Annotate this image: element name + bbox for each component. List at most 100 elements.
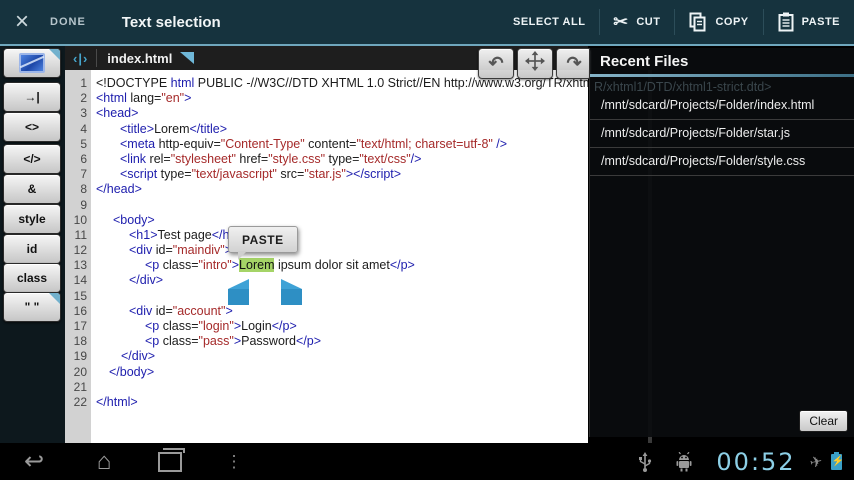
line-number: 3 [80, 106, 87, 121]
recent-file-item[interactable]: /mnt/sdcard/Projects/Folder/star.js [590, 120, 854, 148]
line-number: 14 [73, 273, 87, 288]
undo-button[interactable]: ↶ [478, 48, 514, 79]
code-editor[interactable]: 1 2 3 4 5 6 7 8 9 10 11 12 13 14 15 16 17 18 19 20 21 22 <!DO… [65, 70, 588, 443]
code-area: <!DOCTYPE html PUBLIC -//W3C//DTD XHTML … [91, 70, 588, 443]
sidebar-button-insert-closing-tag[interactable]: </> [3, 144, 61, 174]
code-line: <meta http-equiv="Content-Type" content=… [120, 136, 508, 151]
line-number: 22 [73, 394, 87, 409]
code-line: <body> [113, 212, 155, 227]
line-number-gutter: 1 2 3 4 5 6 7 8 9 10 11 12 13 14 15 16 17 18 19 20 21 22 [65, 70, 91, 443]
line-number: 8 [80, 182, 87, 197]
line-number: 1 [80, 76, 87, 90]
sidebar-button-insert-id[interactable]: id [3, 234, 61, 264]
code-line: <head> [96, 106, 139, 121]
code-line: </div> [121, 349, 156, 364]
recent-apps-button[interactable] [150, 443, 190, 480]
select-all-label: SELECT ALL [513, 16, 586, 28]
clear-button[interactable]: Clear [799, 410, 848, 432]
sidebar-button-insert-style[interactable]: style [3, 204, 61, 234]
usb-debugging-robot-icon [672, 443, 696, 480]
code-line: <p class="login">Login</p> [145, 319, 297, 333]
copy-button[interactable]: COPY [675, 0, 762, 44]
copy-icon [689, 12, 707, 32]
select-all-button[interactable]: SELECT ALL [499, 0, 599, 44]
floating-tools: ↶ ↷ [478, 48, 592, 79]
sidebar-button-label: style [18, 212, 46, 226]
code-line: </div> [129, 273, 164, 288]
home-button[interactable]: ⌂ [84, 443, 124, 480]
handle-triangle [281, 279, 302, 289]
battery-charging-icon: ⚡ [828, 443, 844, 480]
code-line: <p class="intro">Lorem ipsum dolor sit a… [145, 258, 415, 273]
cut-label: CUT [636, 16, 661, 28]
code-line: </head> [96, 182, 142, 197]
system-navbar: ↩ ⌂ ⋮ 00:52 ✈ ⚡ [0, 443, 854, 480]
code-line: <h1>Test page</h1> [129, 227, 244, 242]
line-number: 18 [73, 334, 87, 349]
action-bar-actions: SELECT ALL ✂ CUT COPY PASTE [499, 0, 854, 44]
image-icon [19, 53, 45, 73]
line-number: 7 [80, 167, 87, 182]
sidebar-button-insert-brackets[interactable]: <> [3, 112, 61, 142]
paste-icon [778, 12, 794, 32]
paste-button[interactable]: PASTE [764, 0, 854, 44]
recent-file-item[interactable]: /mnt/sdcard/Projects/Folder/style.css [590, 148, 854, 176]
code-line: <p class="pass">Password</p> [145, 334, 322, 349]
tab-index-html[interactable]: index.html [97, 51, 180, 66]
sidebar-button-insert-image[interactable] [3, 48, 61, 78]
cut-button[interactable]: ✂ CUT [600, 0, 674, 44]
sidebar-button-insert-tab[interactable]: →| [3, 82, 61, 112]
tab-modified-flag-icon [180, 52, 195, 64]
sidebar-button-insert-class[interactable]: class [3, 263, 61, 293]
file-type-icon: ‹|› [73, 50, 89, 66]
sidebar-button-insert-entity[interactable]: & [3, 174, 61, 204]
sidebar-button-label: </> [23, 152, 41, 166]
snippet-sidebar: →| <> </> & style id class " " [0, 46, 65, 443]
line-number: 10 [73, 212, 87, 227]
clock: 00:52 [716, 447, 796, 476]
app-screen: × DONE Text selection SELECT ALL ✂ CUT C… [0, 0, 854, 480]
move-cursor-button[interactable] [517, 48, 553, 79]
handle-triangle [228, 279, 249, 289]
sidebar-button-label: <> [24, 120, 39, 134]
back-button[interactable]: ↩ [14, 443, 54, 480]
code-line: </body> [109, 364, 155, 379]
line-number: 4 [80, 121, 87, 136]
handle-body [228, 289, 249, 305]
sidebar-button-insert-quotes[interactable]: " " [3, 292, 61, 322]
page-title: Text selection [121, 13, 221, 31]
panel-title-divider [590, 74, 854, 77]
paste-label: PASTE [801, 16, 840, 28]
paste-popup[interactable]: PASTE [228, 226, 298, 253]
line-number: 17 [73, 319, 87, 333]
code-line: <div id="account"> [129, 303, 233, 318]
handle-body [281, 289, 302, 305]
sidebar-button-label: class [16, 271, 48, 285]
recent-files-panel: Recent Files R/xhtml1/DTD/xhtml1-strict.… [589, 48, 854, 437]
selection-handle-left[interactable] [228, 279, 249, 305]
airplane-mode-icon: ✈ [808, 452, 825, 472]
paste-popup-tail [238, 251, 247, 260]
line-number: 20 [73, 364, 87, 379]
line-number: 2 [80, 91, 87, 106]
usb-connected-icon [634, 443, 656, 480]
line-number: 6 [80, 151, 87, 166]
menu-button[interactable]: ⋮ [222, 443, 246, 480]
selected-text[interactable]: Lorem [239, 258, 275, 273]
sidebar-button-label: " " [24, 300, 40, 314]
line-number: 11 [74, 227, 87, 242]
recent-file-item[interactable]: /mnt/sdcard/Projects/Folder/index.html [590, 92, 854, 120]
code-line: <link rel="stylesheet" href="style.css" … [120, 151, 422, 166]
selection-handle-right[interactable] [281, 279, 302, 305]
redo-button[interactable]: ↷ [556, 48, 592, 79]
sidebar-button-label: id [26, 242, 38, 256]
recent-apps-icon [158, 447, 185, 472]
close-icon[interactable]: × [0, 0, 44, 44]
line-number: 15 [73, 288, 87, 303]
done-button[interactable]: DONE [44, 16, 104, 28]
move-icon [525, 51, 545, 76]
line-number: 21 [73, 379, 87, 394]
